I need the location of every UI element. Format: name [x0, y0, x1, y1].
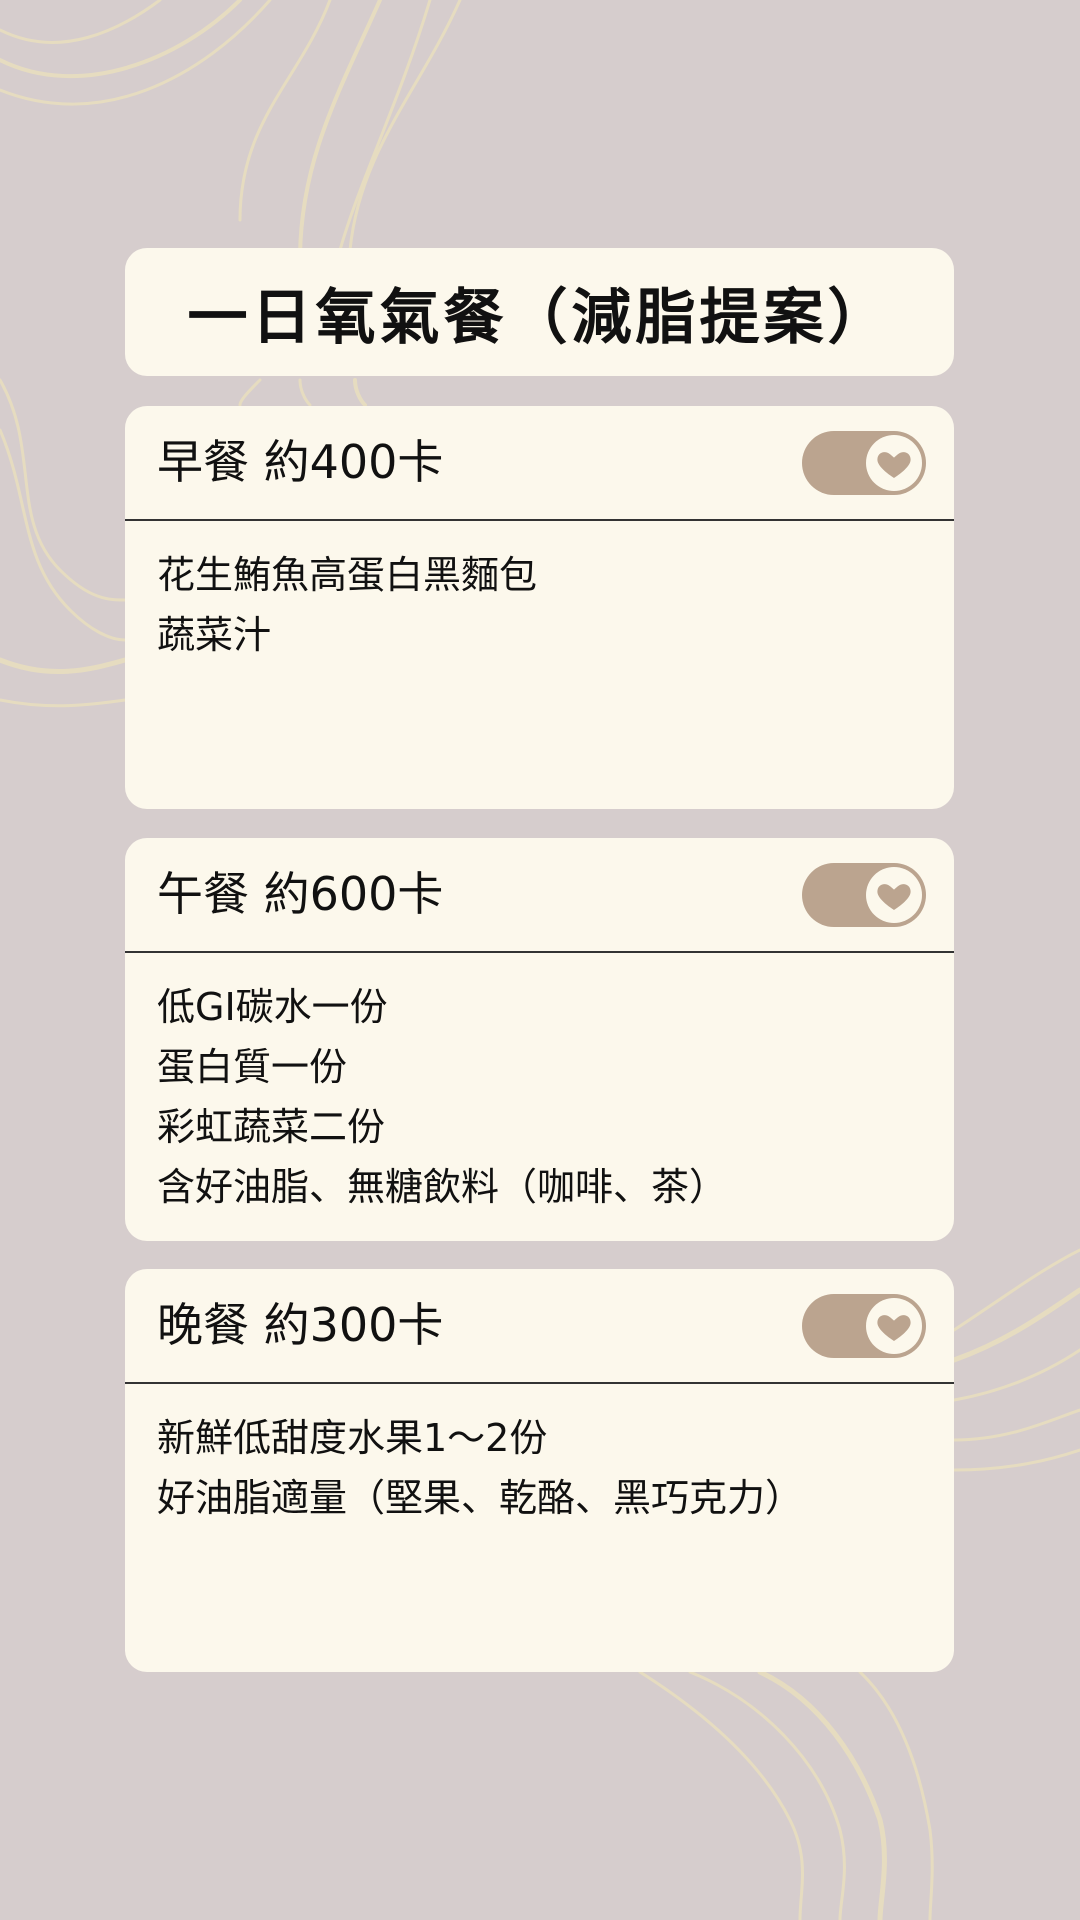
meal-item: 低GI碳水一份 — [157, 985, 388, 1029]
meal-body: 花生鮪魚高蛋白黑麵包 蔬菜汁 — [125, 521, 954, 665]
meal-card-breakfast: 早餐 約400卡 花生鮪魚高蛋白黑麵包 蔬菜汁 — [125, 406, 954, 809]
heart-icon — [877, 452, 911, 478]
meal-body: 新鮮低甜度水果1～2份 好油脂適量（堅果、乾酪、黑巧克力） — [125, 1384, 954, 1528]
meal-title: 午餐 約600卡 — [157, 867, 444, 921]
favorite-toggle[interactable] — [802, 863, 926, 927]
meal-item: 含好油脂、無糖飲料（咖啡、茶） — [157, 1165, 728, 1209]
meal-item: 蔬菜汁 — [157, 613, 272, 657]
meal-title: 早餐 約400卡 — [157, 435, 444, 489]
toggle-knob — [866, 435, 922, 491]
toggle-knob — [866, 1298, 922, 1354]
heart-icon — [877, 884, 911, 910]
meal-header: 晚餐 約300卡 — [125, 1269, 954, 1384]
meal-card-lunch: 午餐 約600卡 低GI碳水一份 蛋白質一份 彩虹蔬菜二份 含好油脂、無糖飲料（… — [125, 838, 954, 1241]
favorite-toggle[interactable] — [802, 431, 926, 495]
toggle-knob — [866, 867, 922, 923]
meal-card-dinner: 晚餐 約300卡 新鮮低甜度水果1～2份 好油脂適量（堅果、乾酪、黑巧克力） — [125, 1269, 954, 1672]
meal-item: 好油脂適量（堅果、乾酪、黑巧克力） — [157, 1476, 804, 1520]
meal-body: 低GI碳水一份 蛋白質一份 彩虹蔬菜二份 含好油脂、無糖飲料（咖啡、茶） — [125, 953, 954, 1217]
heart-icon — [877, 1315, 911, 1341]
meal-item: 花生鮪魚高蛋白黑麵包 — [157, 553, 538, 597]
meal-item: 蛋白質一份 — [157, 1045, 348, 1089]
meal-header: 午餐 約600卡 — [125, 838, 954, 953]
title-card: 一日氧氣餐（減脂提案） — [125, 248, 954, 376]
meal-header: 早餐 約400卡 — [125, 406, 954, 521]
meal-item: 新鮮低甜度水果1～2份 — [157, 1416, 548, 1460]
page-title: 一日氧氣餐（減脂提案） — [187, 282, 892, 353]
favorite-toggle[interactable] — [802, 1294, 926, 1358]
meal-item: 彩虹蔬菜二份 — [157, 1105, 386, 1149]
meal-title: 晚餐 約300卡 — [157, 1298, 444, 1352]
